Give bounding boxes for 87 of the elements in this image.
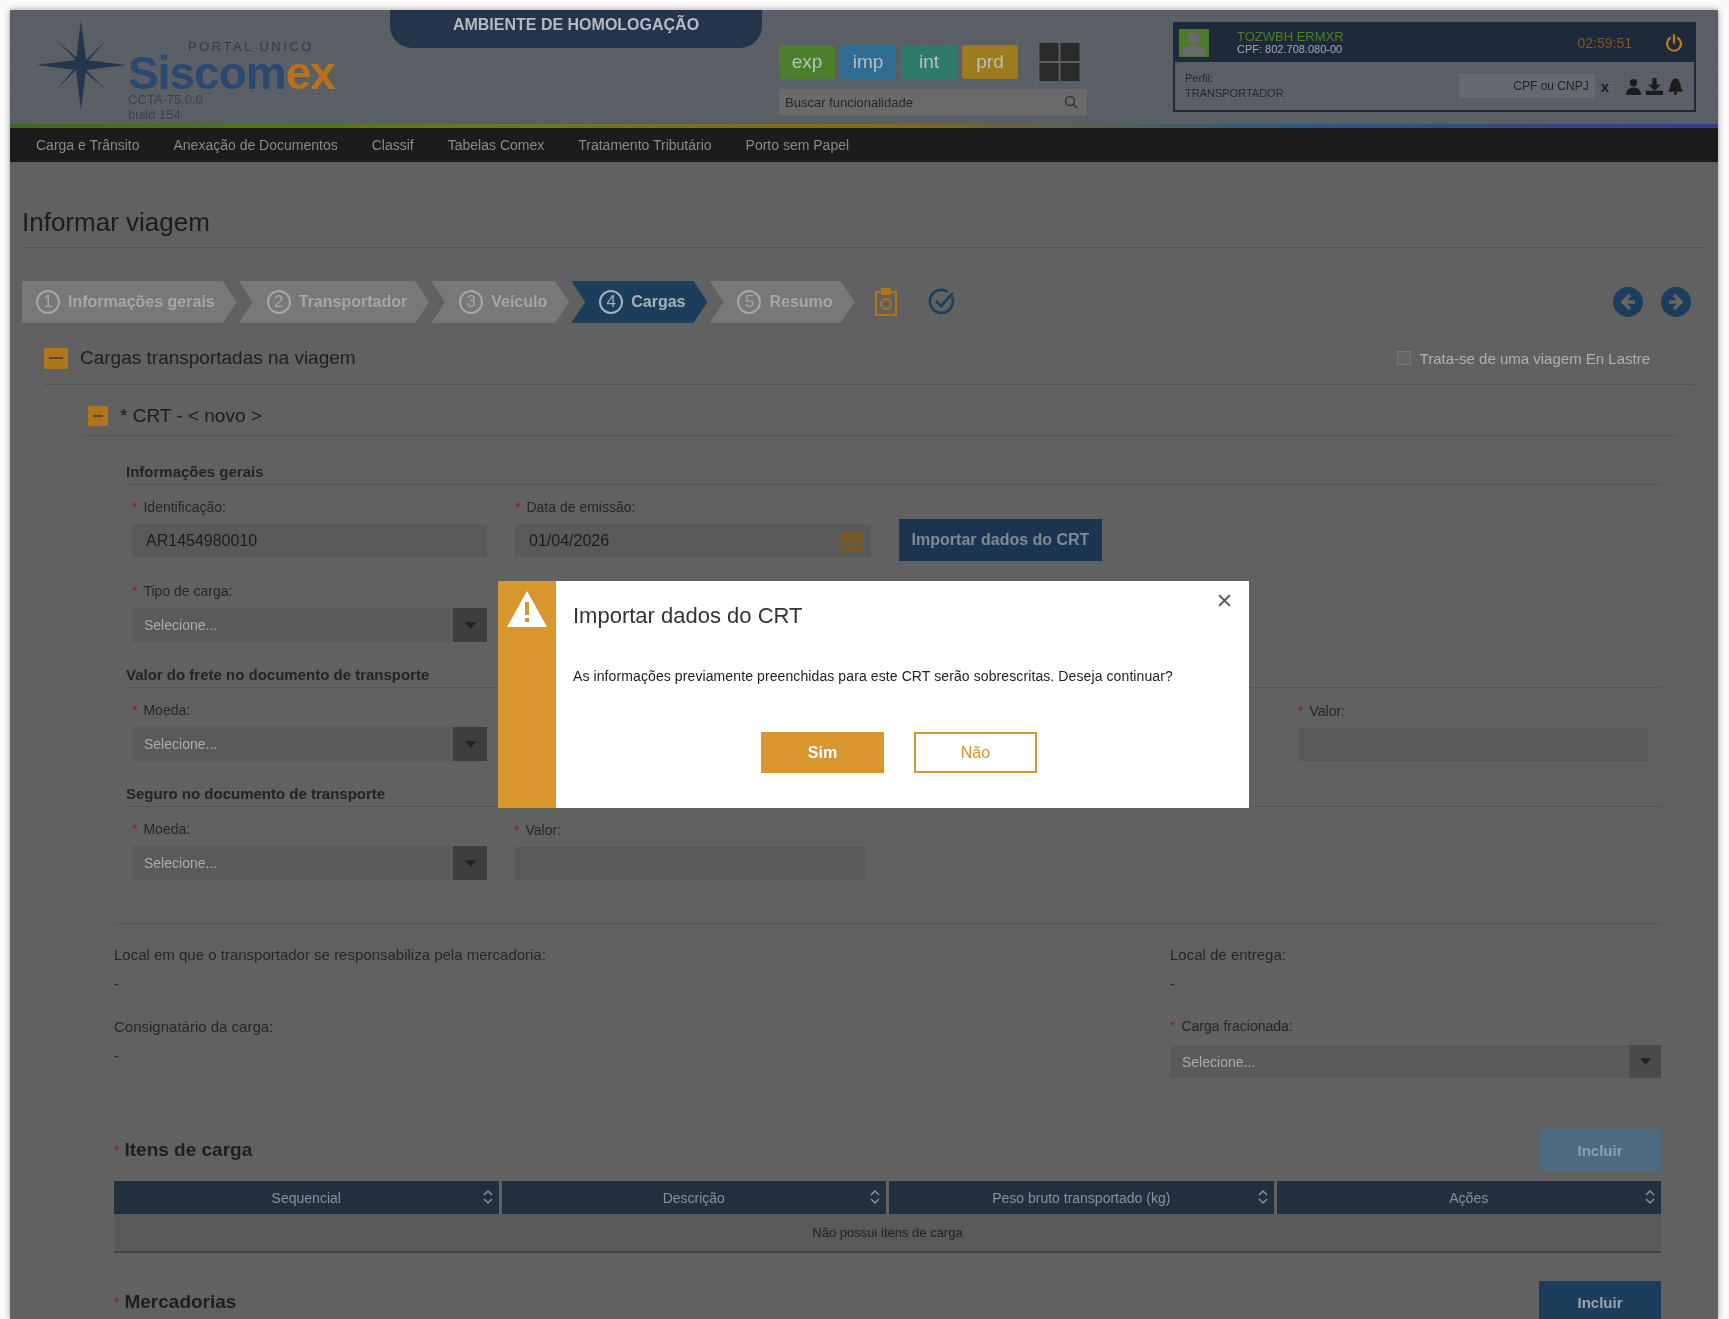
required-mark: * (514, 822, 520, 838)
sort-icon (482, 1189, 493, 1205)
date-field[interactable]: 01/04/2026 (515, 524, 871, 557)
field-label: Carga fracionada: (1181, 1018, 1293, 1034)
sort-icon (1645, 1189, 1655, 1205)
user-name: TOZWBH ERMXR (1237, 30, 1344, 43)
environment-button[interactable]: prd (962, 45, 1018, 79)
profile-value: TRANSPORTADOR (1185, 86, 1284, 101)
dialog-message: As informações previamente preenchidas para este CRT serão sobrescritas. Deseja continuar? (573, 668, 1174, 684)
cpf-cnpj-field[interactable]: CPF ou CNPJ (1458, 74, 1595, 98)
section-title: Cargas transportadas na viagem (80, 347, 356, 369)
select-field[interactable]: Selecione... (132, 727, 487, 761)
select-field[interactable]: Selecione... (1170, 1045, 1661, 1078)
field-label: Tipo de carga: (143, 583, 233, 599)
check-circle-icon[interactable] (927, 288, 956, 316)
bell-icon[interactable] (1667, 77, 1684, 95)
search-icon (1064, 95, 1078, 109)
import-button[interactable]: Importar dados do CRT (899, 519, 1102, 561)
group-heading: Informações gerais (126, 436, 1661, 485)
required-mark: * (114, 1142, 120, 1158)
field-label: Local em que o transportador se responsabiliza pela mercadoria: (114, 946, 547, 963)
field-label: Valor: (1309, 703, 1345, 719)
field-value: - (1170, 975, 1176, 992)
field-label: Data de emissão: (526, 499, 636, 515)
collapse-toggle[interactable] (88, 406, 108, 426)
caret-icon (1639, 1058, 1651, 1065)
download-icon[interactable] (1646, 77, 1663, 95)
menu-item[interactable]: Anexação de Documentos (173, 137, 338, 153)
avatar-icon (1179, 29, 1209, 57)
confirm-button[interactable]: Sim (761, 732, 884, 773)
caret-icon (464, 740, 476, 748)
field-label: Consignatário da carga: (114, 1018, 275, 1035)
page-title: Informar viagem (22, 162, 1707, 248)
wizard-step[interactable]: 4 Cargas (571, 281, 708, 323)
required-mark: * (515, 499, 521, 515)
column-header[interactable]: Sequencial (114, 1181, 499, 1214)
column-header[interactable]: Descrição (501, 1181, 886, 1214)
dialog-title: Importar dados do CRT (573, 603, 804, 629)
required-mark: * (132, 499, 138, 515)
identification-field[interactable]: AR1454980010 (132, 524, 487, 557)
field-label: Moeda: (143, 702, 191, 718)
select-field[interactable]: Selecione... (132, 608, 487, 642)
environment-button[interactable]: int (901, 45, 957, 79)
column-header[interactable]: Ações (1276, 1181, 1661, 1214)
warning-icon (507, 591, 547, 627)
add-button[interactable]: Incluir (1539, 1281, 1661, 1319)
field-value: - (114, 975, 120, 992)
menu-item[interactable]: Carga e Trânsito (36, 137, 140, 153)
cancel-button[interactable]: Não (914, 732, 1037, 773)
field-label: Valor: (525, 822, 561, 838)
column-header[interactable]: Peso bruto transportado (kg) (889, 1181, 1274, 1214)
environment-button[interactable]: imp (840, 45, 896, 79)
checkbox-label: Trata-se de uma viagem En Lastre (1419, 349, 1650, 367)
menu-item[interactable]: Porto sem Papel (745, 137, 850, 153)
search-field[interactable]: Buscar funcionalidade (779, 89, 1087, 115)
session-timer: 02:59:51 (1577, 35, 1632, 51)
document-title: * CRT - < novo > (120, 405, 262, 427)
required-mark: * (132, 821, 138, 837)
clipboard-icon[interactable] (874, 288, 897, 316)
collapse-toggle[interactable] (44, 347, 68, 369)
sort-icon (870, 1189, 880, 1205)
sort-icon (1257, 1189, 1268, 1205)
subsection-title: Mercadorias (124, 1291, 237, 1313)
field-label: Local de entrega: (1170, 946, 1287, 963)
menu-item[interactable]: Tratamento Tributário (578, 137, 712, 153)
required-mark: * (132, 702, 138, 718)
required-mark: * (132, 583, 138, 599)
user-cpf: CPF: 802.708.080-00 (1237, 43, 1344, 56)
select-field[interactable]: Selecione... (132, 846, 487, 880)
subsection-title: Itens de carga (124, 1139, 253, 1161)
required-mark: * (1298, 703, 1304, 719)
profile-label: Perfil: (1185, 71, 1215, 86)
required-mark: * (1170, 1018, 1176, 1034)
menu-item[interactable]: Tabelas Comex (447, 137, 545, 153)
field-label: Moeda: (143, 821, 191, 837)
field-label: Identificação: (143, 499, 226, 515)
field-value: - (114, 1047, 120, 1064)
required-mark: * (114, 1294, 120, 1310)
power-icon[interactable] (1664, 33, 1684, 53)
menu-item[interactable]: Classif (371, 137, 414, 153)
environment-banner: AMBIENTE DE HOMOLOGAÇÃO (390, 10, 762, 48)
environment-button[interactable]: exp (779, 45, 835, 79)
grid-icon[interactable] (1038, 43, 1081, 81)
person-icon[interactable] (1625, 77, 1642, 95)
clear-button[interactable]: x (1600, 77, 1609, 95)
caret-icon (464, 621, 476, 629)
caret-icon (464, 859, 476, 867)
